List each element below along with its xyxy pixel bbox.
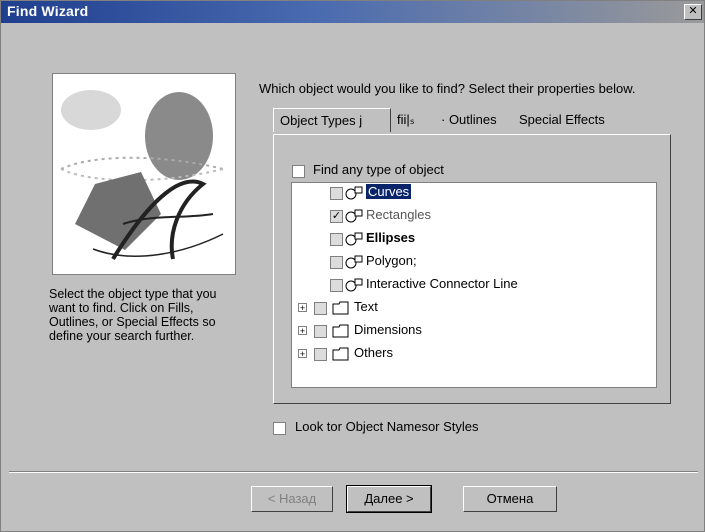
question-text: Which object would you like to find? Sel… — [259, 81, 636, 96]
tree-item-label: Others — [354, 345, 394, 360]
cancel-button[interactable]: Отмена — [463, 486, 557, 512]
rectangles-checkbox[interactable]: ✓ — [330, 210, 343, 223]
find-any-checkbox[interactable] — [292, 165, 305, 178]
polygon-object-icon — [345, 255, 363, 269]
tree-item-rectangles[interactable]: ✓ Rectangles — [292, 206, 652, 228]
tree-item-curves[interactable]: Curves — [292, 183, 652, 205]
look-for-names-label: Look tor Object Namesor Styles — [295, 419, 479, 434]
tree-item-dimensions[interactable]: + Dimensions — [292, 321, 652, 343]
tab-fills[interactable]: fii|ₛ — [391, 108, 435, 132]
tree-item-polygon[interactable]: Polygon; — [292, 252, 652, 274]
tree-item-label: Interactive Connector Line — [366, 276, 518, 291]
find-wizard-dialog: Find Wizard ✕ Select the object type tha… — [0, 0, 705, 532]
tree-item-label: Ellipses — [366, 230, 416, 245]
tree-item-others[interactable]: + Others — [292, 344, 652, 366]
others-checkbox[interactable] — [314, 348, 327, 361]
close-button[interactable]: ✕ — [684, 4, 702, 20]
title-bar[interactable]: Find Wizard ✕ — [1, 1, 704, 23]
expand-toggle[interactable]: + — [298, 349, 307, 359]
help-text: Select the object type that you want to … — [49, 287, 217, 343]
tab-special-effects[interactable]: Special Effects — [513, 108, 625, 132]
rectangle-object-icon — [345, 209, 363, 223]
connector-object-icon — [345, 278, 363, 292]
folder-icon — [332, 301, 349, 315]
expand-toggle[interactable]: + — [298, 326, 307, 336]
tree-item-connector-line[interactable]: Interactive Connector Line — [292, 275, 652, 297]
wizard-artwork-icon — [60, 90, 224, 261]
ellipses-checkbox[interactable] — [330, 233, 343, 246]
wizard-illustration — [52, 73, 236, 275]
folder-icon — [332, 347, 349, 361]
tab-object-types[interactable]: Object Types j — [273, 108, 391, 132]
expand-toggle[interactable]: + — [298, 303, 307, 313]
ellipse-object-icon — [345, 232, 363, 246]
tree-item-label: Text — [354, 299, 378, 314]
connector-checkbox[interactable] — [330, 279, 343, 292]
tab-outlines[interactable]: · Outlines — [435, 108, 513, 132]
tree-item-label: Rectangles — [366, 207, 432, 222]
folder-icon — [332, 324, 349, 338]
look-for-names-checkbox[interactable] — [273, 422, 286, 435]
back-button[interactable]: < Назад — [251, 486, 333, 512]
find-any-label: Find any type of object — [313, 162, 444, 177]
curves-checkbox[interactable] — [330, 187, 343, 200]
text-checkbox[interactable] — [314, 302, 327, 315]
footer-divider — [9, 471, 698, 473]
next-button[interactable]: Далее > — [346, 485, 432, 513]
object-type-tree[interactable]: Curves ✓ Rectangles Ellipses Polygon; In… — [291, 182, 657, 388]
dimensions-checkbox[interactable] — [314, 325, 327, 338]
tree-item-ellipses[interactable]: Ellipses — [292, 229, 652, 251]
polygon-checkbox[interactable] — [330, 256, 343, 269]
window-title: Find Wizard — [7, 3, 89, 19]
tree-item-label: Dimensions — [354, 322, 422, 337]
tree-item-label: Curves — [366, 184, 412, 199]
curve-object-icon — [345, 186, 363, 200]
tree-item-label: Polygon; — [366, 253, 417, 268]
tree-item-text[interactable]: + Text — [292, 298, 652, 320]
